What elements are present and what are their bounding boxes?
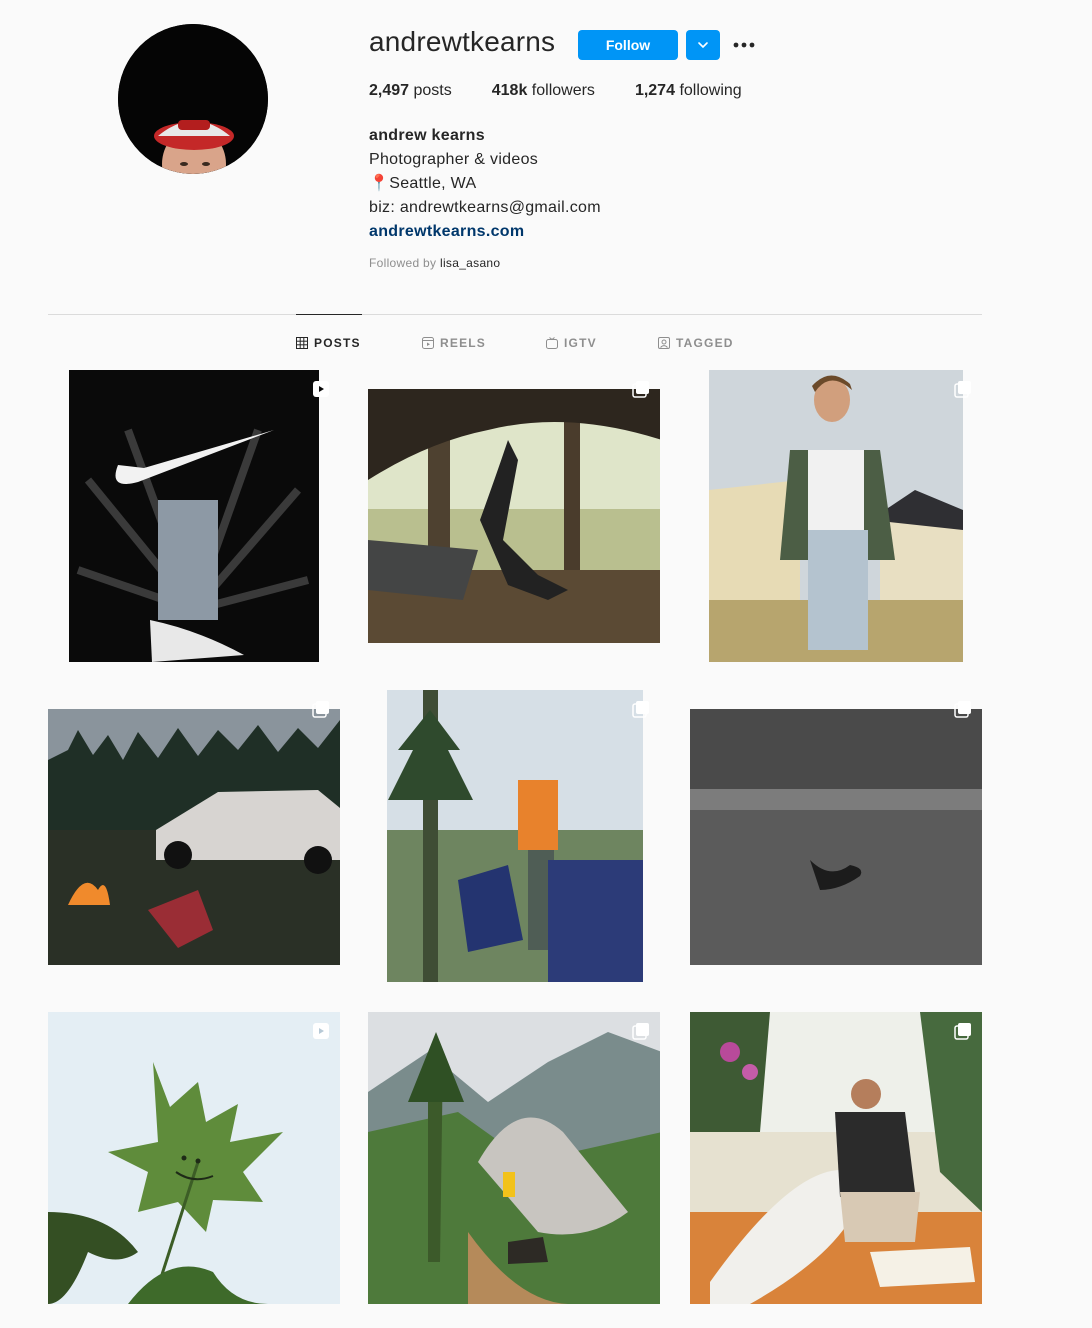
ellipsis-icon [733,42,755,48]
post-image [690,370,982,662]
profile-full-name: andrew kearns [369,127,485,144]
followers-link[interactable]: 418k followers [492,82,595,100]
tab-tagged[interactable]: TAGGED [658,336,734,350]
tab-igtv-label: IGTV [564,336,597,350]
post-tile[interactable] [48,370,340,662]
reel-icon [313,1023,329,1039]
carousel-icon [954,701,971,718]
carousel-icon [312,701,329,718]
carousel-icon [632,701,649,718]
igtv-icon [546,337,558,349]
profile-username: andrewtkearns [369,26,556,57]
profile-stats: 2,497 posts 418k followers 1,274 followi… [369,82,782,100]
following-count-value: 1,274 [634,82,675,99]
tab-tagged-label: TAGGED [676,336,734,350]
tabs-divider [48,314,982,315]
tagged-icon [658,337,670,349]
post-tile[interactable] [368,370,660,662]
post-image [368,370,660,662]
profile-avatar[interactable] [118,24,268,174]
post-tile[interactable] [368,1012,660,1304]
tab-posts[interactable]: POSTS [296,336,361,350]
post-image [690,1012,982,1304]
post-tile[interactable] [48,1012,340,1304]
bio-location-text: Seattle, WA [389,175,477,192]
tab-reels[interactable]: REELS [422,336,486,350]
carousel-icon [632,381,649,398]
posts-count-value: 2,497 [369,82,410,99]
reel-icon [313,381,329,397]
tab-igtv[interactable]: IGTV [546,336,597,350]
tab-posts-label: POSTS [314,336,361,350]
followed-by[interactable]: Followed by lisa_asano [369,256,500,270]
more-options-button[interactable] [730,30,758,60]
bio-line-contact: biz: andrewtkearns@gmail.com [369,199,601,216]
followed-by-prefix: Followed by [369,256,437,270]
followers-count-label: followers [531,82,595,99]
post-image [368,1012,660,1304]
post-image [48,1012,340,1304]
bio-line-location: 📍Seattle, WA [369,172,601,196]
following-count-label: following [679,82,742,99]
carousel-icon [954,1023,971,1040]
avatar-photo [118,24,268,174]
posts-count: 2,497 posts [369,82,452,100]
post-tile[interactable] [690,690,982,982]
followers-count-value: 418k [491,82,528,99]
post-tile[interactable] [690,1012,982,1304]
profile-tabs: POSTS REELS IGTV TAGGED [0,336,1092,352]
following-link[interactable]: 1,274 following [635,82,742,100]
suggested-dropdown-button[interactable] [686,30,720,60]
post-tile[interactable] [48,690,340,982]
post-image [690,690,982,982]
posts-count-label: posts [413,82,452,99]
grid-icon [296,337,308,349]
follow-button[interactable]: Follow [578,30,678,60]
bio-line-occupation: Photographer & videos [369,151,539,168]
post-tile[interactable] [690,370,982,662]
profile-website-link[interactable]: andrewtkearns.com [369,220,601,244]
post-image [48,370,340,662]
chevron-down-icon [698,42,708,49]
post-tile[interactable] [368,690,660,982]
reels-icon [422,337,434,349]
active-tab-indicator [296,314,362,315]
post-image [48,690,340,982]
profile-bio: andrew kearns Photographer & videos 📍Sea… [369,124,601,244]
location-pin-icon: 📍 [369,175,390,192]
carousel-icon [632,1023,649,1040]
followed-by-user: lisa_asano [439,256,501,270]
post-image [368,690,660,982]
tab-reels-label: REELS [440,336,487,350]
carousel-icon [954,381,971,398]
